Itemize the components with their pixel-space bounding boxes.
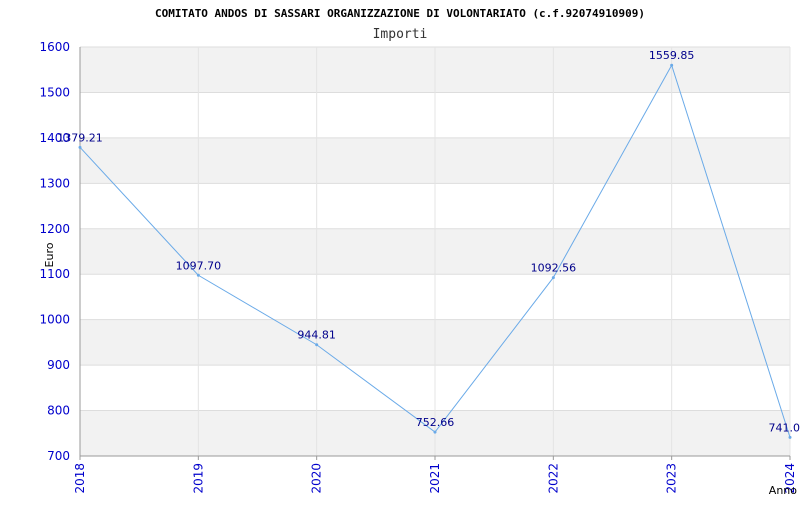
data-point <box>789 436 792 439</box>
x-tick-label: 2023 <box>665 463 679 494</box>
y-tick-label: 1600 <box>39 40 70 54</box>
data-label: 752.66 <box>416 416 455 429</box>
chart-subtitle: Importi <box>373 27 428 42</box>
data-point <box>670 64 673 67</box>
y-tick-label: 1100 <box>39 267 70 281</box>
data-point <box>434 431 437 434</box>
y-tick-label: 700 <box>47 449 70 463</box>
x-tick-label: 2021 <box>428 463 442 494</box>
x-tick-label: 2022 <box>546 463 560 494</box>
y-tick-label: 900 <box>47 358 70 372</box>
x-tick-label: 2018 <box>73 463 87 494</box>
x-axis-label: Anno <box>769 484 797 497</box>
data-label: 741.0 <box>769 421 800 434</box>
data-label: 1092.56 <box>531 262 577 275</box>
chart: COMITATO ANDOS DI SASSARI ORGANIZZAZIONE… <box>0 0 800 500</box>
y-tick-label: 1000 <box>39 313 70 327</box>
data-label: 944.81 <box>297 329 336 342</box>
y-tick-label: 1500 <box>39 85 70 99</box>
data-point <box>315 343 318 346</box>
x-tick-label: 2019 <box>191 463 205 494</box>
y-tick-label: 800 <box>47 404 70 418</box>
data-point <box>552 276 555 279</box>
x-axis-ticks: 2018201920202021202220232024 <box>73 463 797 494</box>
line-chart: COMITATO ANDOS DI SASSARI ORGANIZZAZIONE… <box>0 0 800 500</box>
data-label: 1097.70 <box>176 259 222 272</box>
y-tick-label: 1200 <box>39 222 70 236</box>
y-tick-label: 1300 <box>39 176 70 190</box>
chart-title: COMITATO ANDOS DI SASSARI ORGANIZZAZIONE… <box>155 7 645 20</box>
data-point <box>79 146 82 149</box>
data-label: 1379.21 <box>57 131 103 144</box>
data-point <box>197 274 200 277</box>
x-tick-label: 2020 <box>310 463 324 494</box>
data-label: 1559.85 <box>649 49 695 62</box>
y-axis-label: Euro <box>43 242 56 267</box>
